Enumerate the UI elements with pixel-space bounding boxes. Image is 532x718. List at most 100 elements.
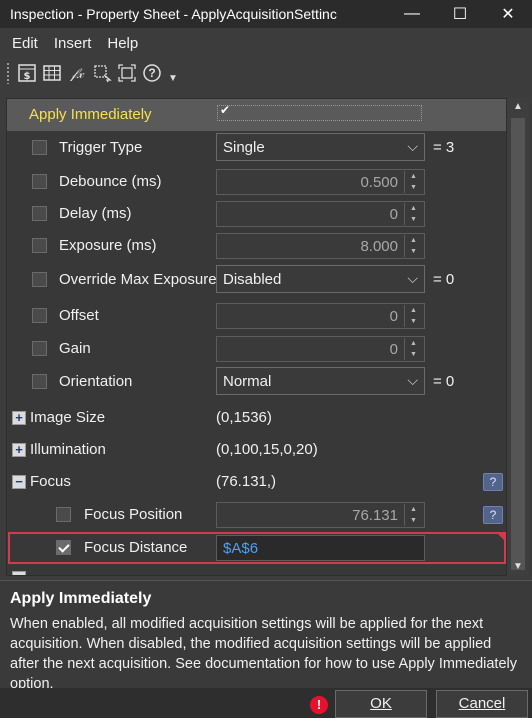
spin-up-icon[interactable]: ▲ — [405, 305, 422, 316]
chevron-down-icon: ⌵ — [407, 372, 418, 388]
orientation-checkbox[interactable] — [32, 374, 47, 389]
row-offset: Offset 0 ▲ ▼ — [7, 300, 506, 332]
select-region-icon[interactable] — [91, 62, 113, 84]
trigger-type-label: Trigger Type — [59, 139, 143, 156]
error-icon: ! — [310, 696, 328, 714]
check-icon: ✔ — [220, 103, 231, 117]
expand-icon[interactable]: + — [12, 411, 26, 425]
exposure-spinbox[interactable]: 8.000 ▲ ▼ — [216, 233, 425, 259]
image-size-value: (0,1536) — [216, 409, 272, 426]
menu-help[interactable]: Help — [99, 35, 146, 52]
override-max-exposure-dropdown[interactable]: Disabled ⌵ — [216, 265, 425, 293]
minimize-button[interactable]: — — [388, 0, 436, 28]
illumination-value: (0,100,15,0,20) — [216, 441, 318, 458]
collapse-icon[interactable]: − — [12, 475, 26, 489]
row-delay: Delay (ms) 0 ▲ ▼ — [7, 198, 506, 230]
expand-icon[interactable]: + — [12, 443, 26, 457]
row-override-max-exposure: Override Max Exposure Disabled ⌵ = 0 — [7, 264, 506, 296]
debounce-label: Debounce (ms) — [59, 173, 162, 190]
debounce-spinbox[interactable]: 0.500 ▲ ▼ — [216, 169, 425, 195]
vertical-scrollbar[interactable]: ▲ ▼ — [507, 98, 529, 576]
orientation-dropdown[interactable]: Normal ⌵ — [216, 367, 425, 395]
orientation-value: Normal — [223, 373, 272, 390]
delay-label: Delay (ms) — [59, 205, 132, 222]
spin-up-icon[interactable]: ▲ — [405, 203, 422, 214]
cancel-button[interactable]: Cancel — [436, 690, 528, 718]
toolbar-grip-icon[interactable] — [6, 62, 10, 84]
override-max-exposure-value: Disabled — [223, 271, 282, 288]
trigger-type-checkbox[interactable] — [32, 140, 47, 155]
offset-spinbox[interactable]: 0 ▲ ▼ — [216, 303, 425, 329]
exposure-checkbox[interactable] — [32, 238, 47, 253]
focus-value: (76.131,) — [216, 473, 277, 490]
row-focus: − Focus (76.131,) ? — [7, 466, 506, 498]
delay-spinbox[interactable]: 0 ▲ ▼ — [216, 201, 425, 227]
gain-value: 0 — [389, 341, 398, 358]
function-icon[interactable]: 𝒻𝓍 — [66, 62, 88, 84]
focus-position-help-icon[interactable]: ? — [483, 506, 503, 524]
row-focus-position: Focus Position 76.131 ▲ ▼ ? — [7, 499, 506, 531]
expand-icon[interactable] — [12, 571, 26, 575]
spin-down-icon[interactable]: ▼ — [405, 349, 422, 360]
focus-position-checkbox[interactable] — [56, 507, 71, 522]
spin-up-icon[interactable]: ▲ — [405, 235, 422, 246]
focus-position-spinbox[interactable]: 76.131 ▲ ▼ — [216, 502, 425, 528]
row-partial — [7, 569, 506, 575]
menu-edit[interactable]: Edit — [4, 35, 46, 52]
row-illumination: + Illumination (0,100,15,0,20) — [7, 434, 506, 466]
fit-region-icon[interactable] — [116, 62, 138, 84]
override-max-exposure-checkbox[interactable] — [32, 272, 47, 287]
spin-up-icon[interactable]: ▲ — [405, 338, 422, 349]
trigger-type-value: Single — [223, 139, 265, 156]
help-circle-icon[interactable]: ? — [141, 62, 163, 84]
spin-down-icon[interactable]: ▼ — [405, 214, 422, 225]
chevron-down-icon: ⌵ — [407, 270, 418, 286]
trigger-type-dropdown[interactable]: Single ⌵ — [216, 133, 425, 161]
delay-checkbox[interactable] — [32, 206, 47, 221]
scroll-thumb[interactable] — [511, 118, 525, 570]
gain-checkbox[interactable] — [32, 341, 47, 356]
row-image-size: + Image Size (0,1536) — [7, 402, 506, 434]
orientation-suffix: = 0 — [433, 373, 455, 390]
dialog-footer: ! OK Cancel — [0, 688, 532, 718]
row-gain: Gain 0 ▲ ▼ — [7, 333, 506, 365]
toolbar: $ 𝒻𝓍 ? ▼ — [0, 58, 532, 88]
spin-up-icon[interactable]: ▲ — [405, 504, 422, 515]
help-description: When enabled, all modified acquisition s… — [10, 616, 517, 688]
maximize-button[interactable]: ☐ — [436, 0, 484, 28]
selection-highlight — [8, 532, 506, 564]
chevron-down-icon: ⌵ — [407, 138, 418, 154]
spin-down-icon[interactable]: ▼ — [405, 182, 422, 193]
function-glyph: 𝒻𝓍 — [70, 64, 84, 81]
svg-text:$: $ — [24, 71, 31, 82]
ok-button[interactable]: OK — [335, 690, 427, 718]
offset-label: Offset — [59, 307, 99, 324]
scroll-up-icon[interactable]: ▲ — [507, 98, 529, 116]
offset-checkbox[interactable] — [32, 308, 47, 323]
spin-up-icon[interactable]: ▲ — [405, 171, 422, 182]
error-corner-icon — [496, 532, 506, 544]
menu-insert[interactable]: Insert — [46, 35, 100, 52]
delay-value: 0 — [389, 206, 398, 223]
property-grid: Apply Immediately ✔ Trigger Type Single … — [6, 98, 507, 576]
apply-immediately-checkbox[interactable]: ✔ — [217, 103, 422, 121]
row-orientation: Orientation Normal ⌵ = 0 — [7, 366, 506, 398]
gain-spinbox[interactable]: 0 ▲ ▼ — [216, 336, 425, 362]
help-panel: Apply Immediately When enabled, all modi… — [0, 580, 532, 688]
menu-bar: Edit Insert Help — [0, 30, 146, 56]
close-button[interactable]: ✕ — [484, 0, 532, 28]
row-apply-immediately[interactable]: Apply Immediately ✔ — [7, 99, 506, 131]
apply-immediately-label: Apply Immediately — [29, 106, 152, 123]
dollar-sheet-icon[interactable]: $ — [16, 62, 38, 84]
spin-down-icon[interactable]: ▼ — [405, 316, 422, 327]
scroll-down-icon[interactable]: ▼ — [507, 558, 529, 576]
focus-help-icon[interactable]: ? — [483, 473, 503, 491]
grid-table-icon[interactable] — [41, 62, 63, 84]
debounce-checkbox[interactable] — [32, 174, 47, 189]
row-trigger-type: Trigger Type Single ⌵ = 3 — [7, 132, 506, 164]
toolbar-more-icon[interactable]: ▼ — [168, 73, 178, 84]
row-exposure: Exposure (ms) 8.000 ▲ ▼ — [7, 230, 506, 262]
spin-down-icon[interactable]: ▼ — [405, 515, 422, 526]
spin-down-icon[interactable]: ▼ — [405, 246, 422, 257]
image-size-label: Image Size — [30, 409, 106, 426]
